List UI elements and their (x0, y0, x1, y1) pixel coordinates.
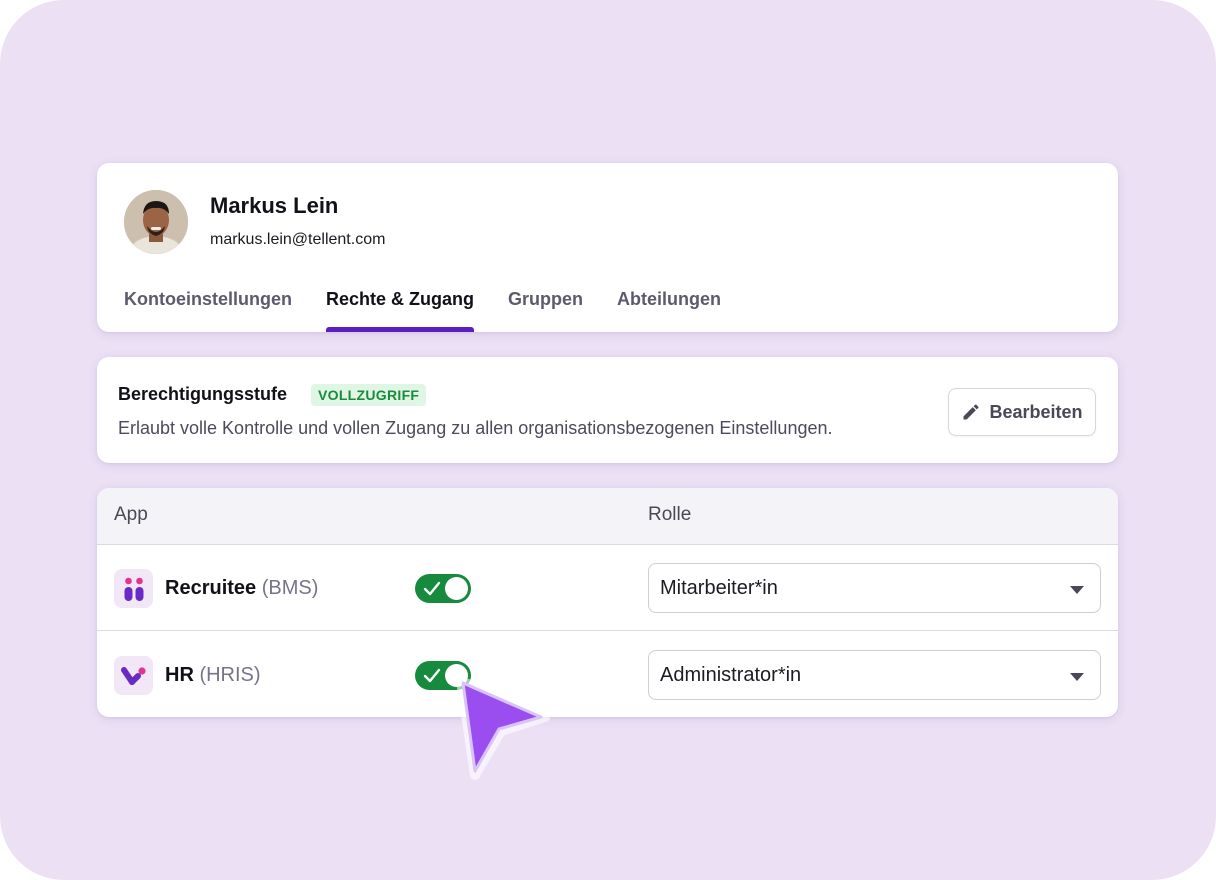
table-header: App Rolle (97, 488, 1118, 545)
permission-card: Berechtigungsstufe VOLLZUGRIFF Erlaubt v… (97, 357, 1118, 463)
user-name: Markus Lein (210, 193, 339, 218)
check-icon (423, 581, 441, 596)
tab-abteilungen[interactable]: Abteilungen (617, 285, 721, 332)
app-code: (BMS) (261, 577, 319, 599)
table-row: HR (HRIS) Administrator*in (97, 632, 1118, 717)
toggle-knob (445, 664, 468, 687)
pencil-icon (963, 404, 979, 420)
check-icon (423, 668, 441, 683)
app-enabled-toggle[interactable] (415, 574, 471, 603)
edit-button[interactable]: Bearbeiten (948, 388, 1096, 436)
tab-rechte-zugang[interactable]: Rechte & Zugang (326, 285, 475, 332)
chevron-down-icon (1070, 673, 1084, 681)
recruitee-logo-icon (114, 569, 153, 608)
role-select-value: Mitarbeiter*in (660, 577, 778, 599)
app-enabled-toggle[interactable] (415, 661, 471, 690)
avatar (124, 190, 188, 254)
tab-kontoeinstellungen[interactable]: Kontoeinstellungen (124, 285, 292, 332)
hr-logo-icon (114, 656, 153, 695)
app-name: HR (HRIS) (165, 664, 261, 687)
table-row: Recruitee (BMS) Mitarbeiter*in (97, 545, 1118, 631)
permission-description: Erlaubt volle Kontrolle und vollen Zugan… (118, 418, 833, 438)
app-name: Recruitee (BMS) (165, 577, 318, 600)
app-name-label: HR (165, 664, 194, 686)
access-badge: VOLLZUGRIFF (311, 384, 427, 406)
apps-table: App Rolle Recruitee (BMS) Mitarbeiter*in… (97, 488, 1118, 717)
role-select[interactable]: Administrator*in (648, 650, 1101, 700)
profile-card: Markus Lein markus.lein@tellent.com Kont… (97, 163, 1118, 332)
background-frame: Markus Lein markus.lein@tellent.com Kont… (0, 0, 1216, 880)
tab-gruppen[interactable]: Gruppen (508, 285, 583, 332)
column-header-app: App (114, 504, 148, 525)
chevron-down-icon (1070, 586, 1084, 594)
app-name-label: Recruitee (165, 577, 257, 599)
edit-button-label: Bearbeiten (989, 401, 1083, 422)
role-select-value: Administrator*in (660, 664, 802, 686)
app-code: (HRIS) (199, 664, 261, 686)
role-select[interactable]: Mitarbeiter*in (648, 563, 1101, 613)
toggle-knob (445, 577, 468, 600)
tab-bar: Kontoeinstellungen Rechte & Zugang Grupp… (124, 285, 755, 332)
permission-title: Berechtigungsstufe (118, 384, 288, 404)
user-email: markus.lein@tellent.com (210, 231, 386, 248)
column-header-role: Rolle (648, 504, 692, 525)
